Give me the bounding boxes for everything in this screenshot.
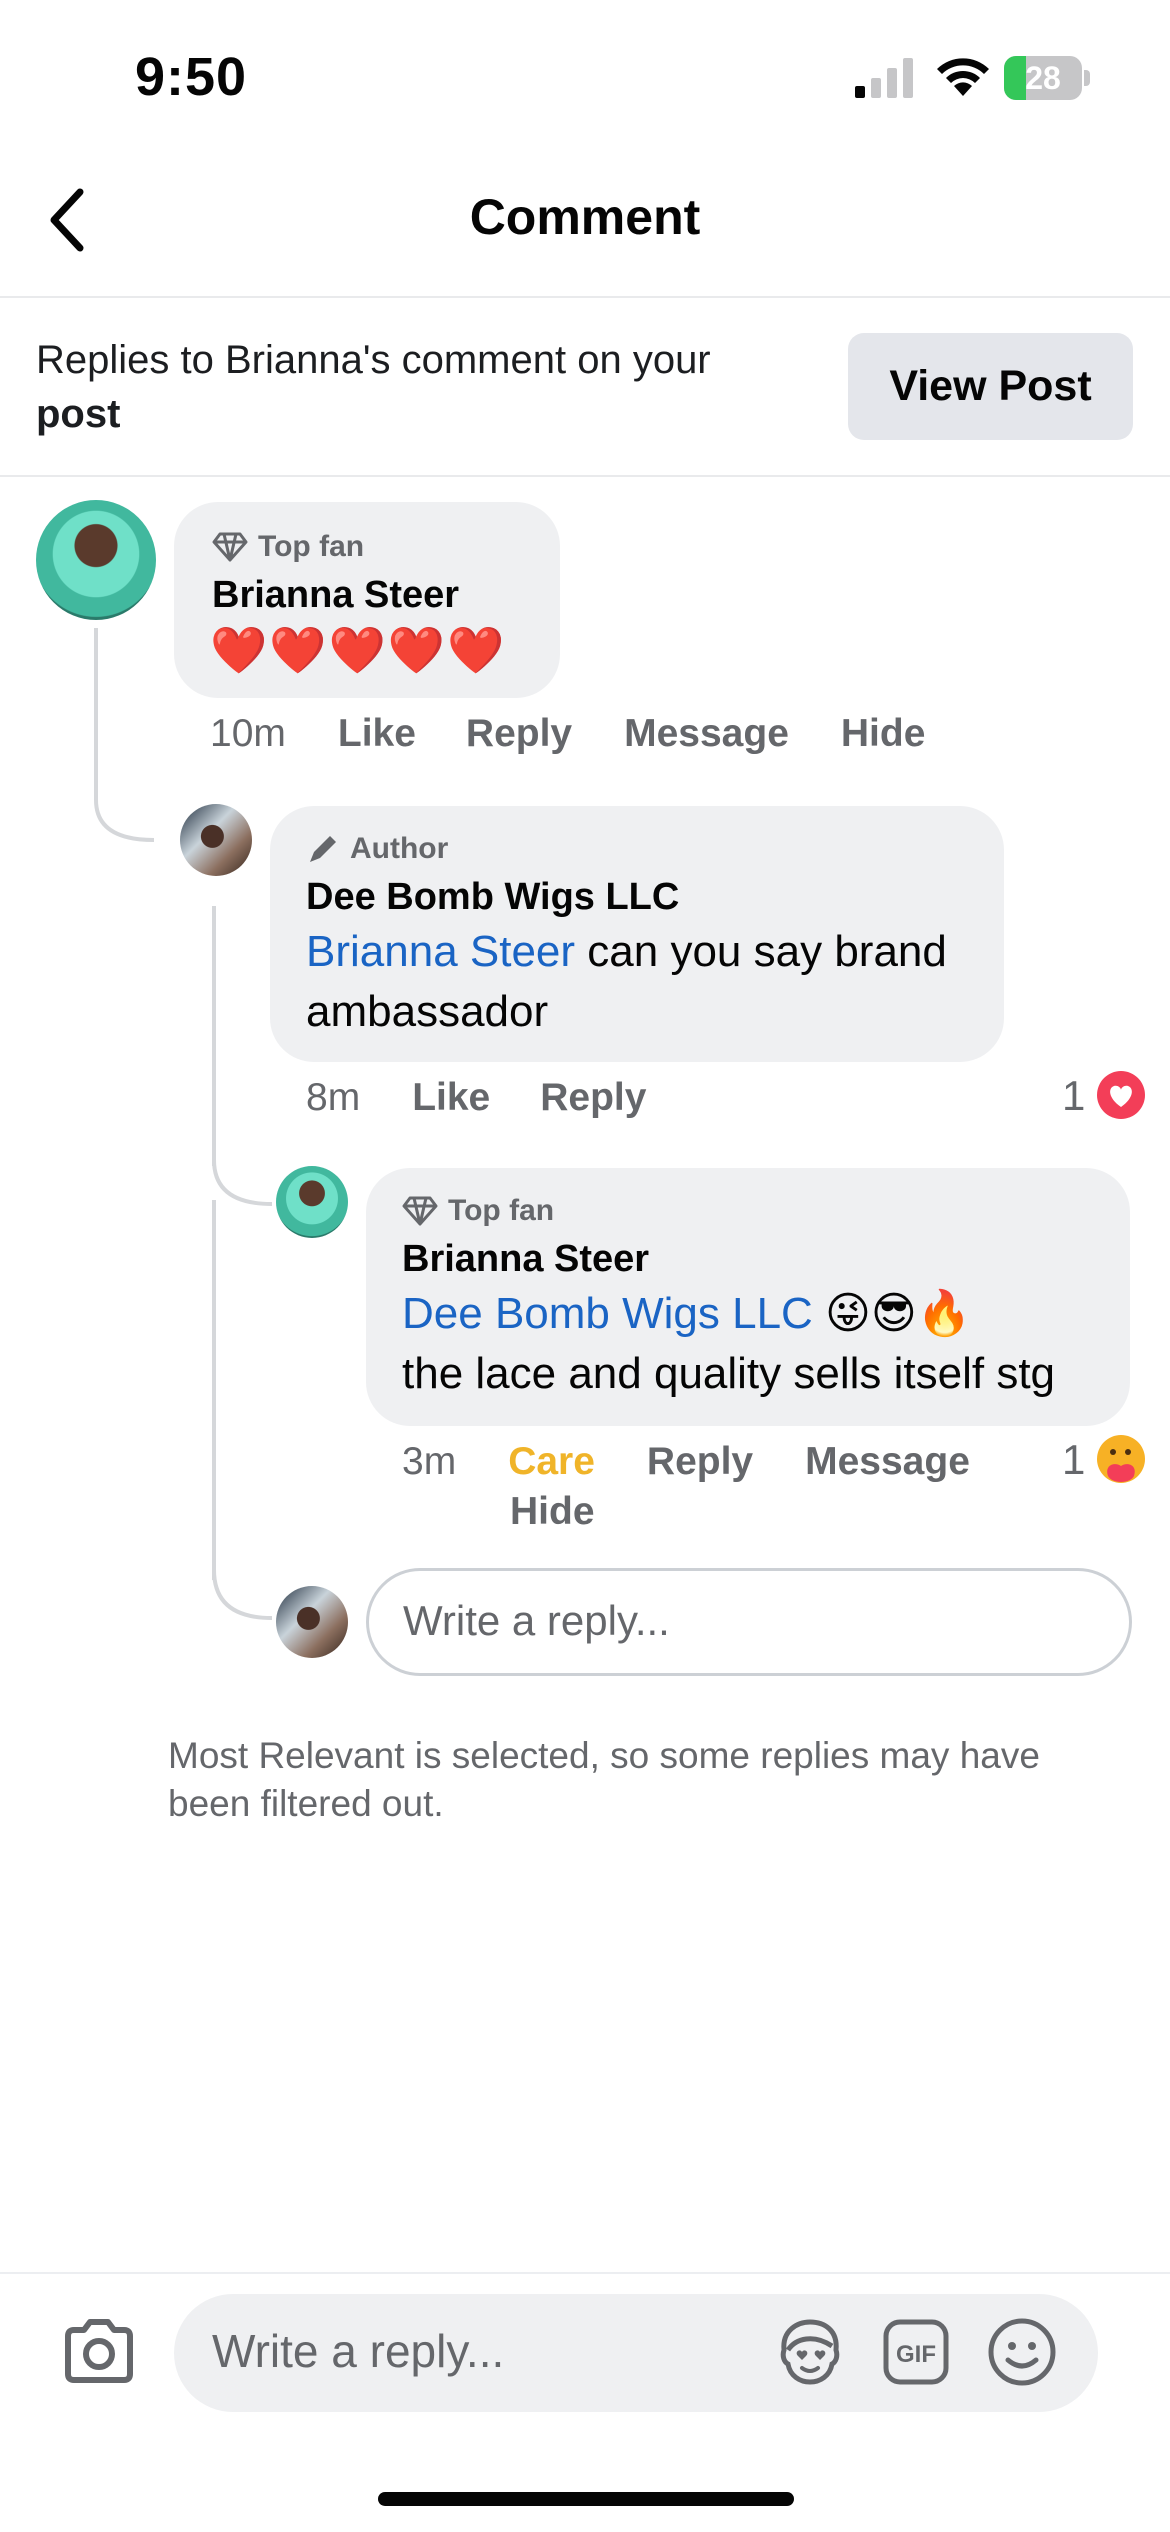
badge-label: Top fan	[258, 530, 365, 563]
reaction-count[interactable]: 1	[1062, 1436, 1085, 1484]
gif-icon[interactable]: GIF	[882, 2318, 950, 2386]
reaction-count[interactable]: 1	[1062, 1072, 1085, 1120]
author-badge: Author	[306, 832, 448, 866]
top-fan-badge: Top fan	[402, 1194, 554, 1228]
battery-level: 28	[1025, 60, 1061, 96]
avatar[interactable]	[276, 1166, 348, 1238]
wifi-icon	[937, 58, 989, 96]
thread-line	[212, 906, 216, 1166]
comment-bubble: Author Dee Bomb Wigs LLC Brianna Steer c…	[270, 806, 1004, 1062]
comment-body: Dee Bomb Wigs LLC 😜😎🔥 the lace and quali…	[402, 1284, 1102, 1404]
thread-connector	[94, 780, 154, 842]
reply-button[interactable]: Reply	[647, 1440, 753, 1484]
signal-icon	[855, 58, 913, 98]
badge-label: Author	[350, 832, 449, 865]
hide-button[interactable]: Hide	[510, 1490, 1022, 1534]
mention-link[interactable]: Brianna Steer	[306, 927, 575, 976]
message-button[interactable]: Message	[805, 1440, 970, 1484]
comment-emojis: 😜😎🔥	[812, 1289, 972, 1338]
status-time: 9:50	[135, 47, 248, 107]
comment-time: 3m	[402, 1440, 457, 1483]
comment-bubble: Top fan Brianna Steer ❤️❤️❤️❤️❤️	[174, 502, 560, 698]
comment-actions: 10m Like Reply Message Hide	[210, 712, 925, 756]
message-button[interactable]: Message	[624, 712, 789, 756]
header-divider	[0, 296, 1170, 298]
context-post-word: post	[36, 392, 121, 436]
diamond-icon	[402, 1196, 438, 1226]
comment-actions: 8m Like Reply	[306, 1076, 646, 1120]
avatar	[276, 1586, 348, 1658]
battery-icon: 28	[1004, 56, 1090, 100]
context-label: Replies to Brianna's comment on your	[36, 338, 711, 382]
reply-button[interactable]: Reply	[540, 1076, 646, 1120]
reply-button[interactable]: Reply	[466, 712, 572, 756]
comment-bubble: Top fan Brianna Steer Dee Bomb Wigs LLC …	[366, 1168, 1130, 1426]
comment-author[interactable]: Brianna Steer	[212, 574, 459, 617]
comment-time: 8m	[306, 1076, 361, 1119]
reply-input[interactable]: Write a reply...	[366, 1568, 1132, 1676]
avatar-sticker-icon[interactable]	[774, 2316, 846, 2388]
hide-button[interactable]: Hide	[841, 712, 926, 756]
svg-text:GIF: GIF	[896, 2341, 936, 2368]
like-button[interactable]: Like	[338, 712, 416, 756]
care-button[interactable]: Care	[508, 1440, 595, 1484]
emoji-icon[interactable]	[986, 2316, 1058, 2388]
love-reaction-icon[interactable]	[1096, 1070, 1146, 1120]
composer-divider	[0, 2272, 1170, 2274]
context-divider	[0, 475, 1170, 477]
comment-actions: 3m Care Reply Message Hide	[402, 1440, 1022, 1534]
comment-author[interactable]: Brianna Steer	[402, 1238, 649, 1281]
thread-connector	[212, 1150, 272, 1206]
camera-icon[interactable]	[62, 2318, 136, 2384]
comment-body: Brianna Steer can you say brand ambassad…	[306, 922, 976, 1042]
page-title: Comment	[469, 189, 701, 245]
care-reaction-icon[interactable]	[1094, 1432, 1148, 1486]
thread-line	[94, 628, 98, 788]
top-fan-badge: Top fan	[212, 530, 364, 564]
comment-author[interactable]: Dee Bomb Wigs LLC	[306, 876, 679, 919]
comment-body: ❤️❤️❤️❤️❤️	[210, 624, 507, 676]
like-button[interactable]: Like	[412, 1076, 490, 1120]
thread-connector	[212, 1560, 272, 1620]
composer-placeholder: Write a reply...	[212, 2325, 505, 2377]
context-text: Replies to Brianna's comment on your pos…	[36, 333, 826, 441]
home-indicator[interactable]	[378, 2492, 794, 2506]
pencil-icon	[310, 836, 336, 862]
view-post-button[interactable]: View Post	[848, 333, 1133, 440]
avatar[interactable]	[180, 804, 252, 876]
comment-time: 10m	[210, 712, 286, 755]
avatar[interactable]	[36, 500, 156, 620]
mention-link[interactable]: Dee Bomb Wigs LLC	[402, 1289, 813, 1338]
comment-text: the lace and quality sells itself stg	[402, 1349, 1056, 1398]
diamond-icon	[212, 532, 248, 562]
badge-label: Top fan	[448, 1194, 555, 1227]
filter-note: Most Relevant is selected, so some repli…	[168, 1735, 1040, 1824]
thread-line	[212, 1200, 216, 1580]
